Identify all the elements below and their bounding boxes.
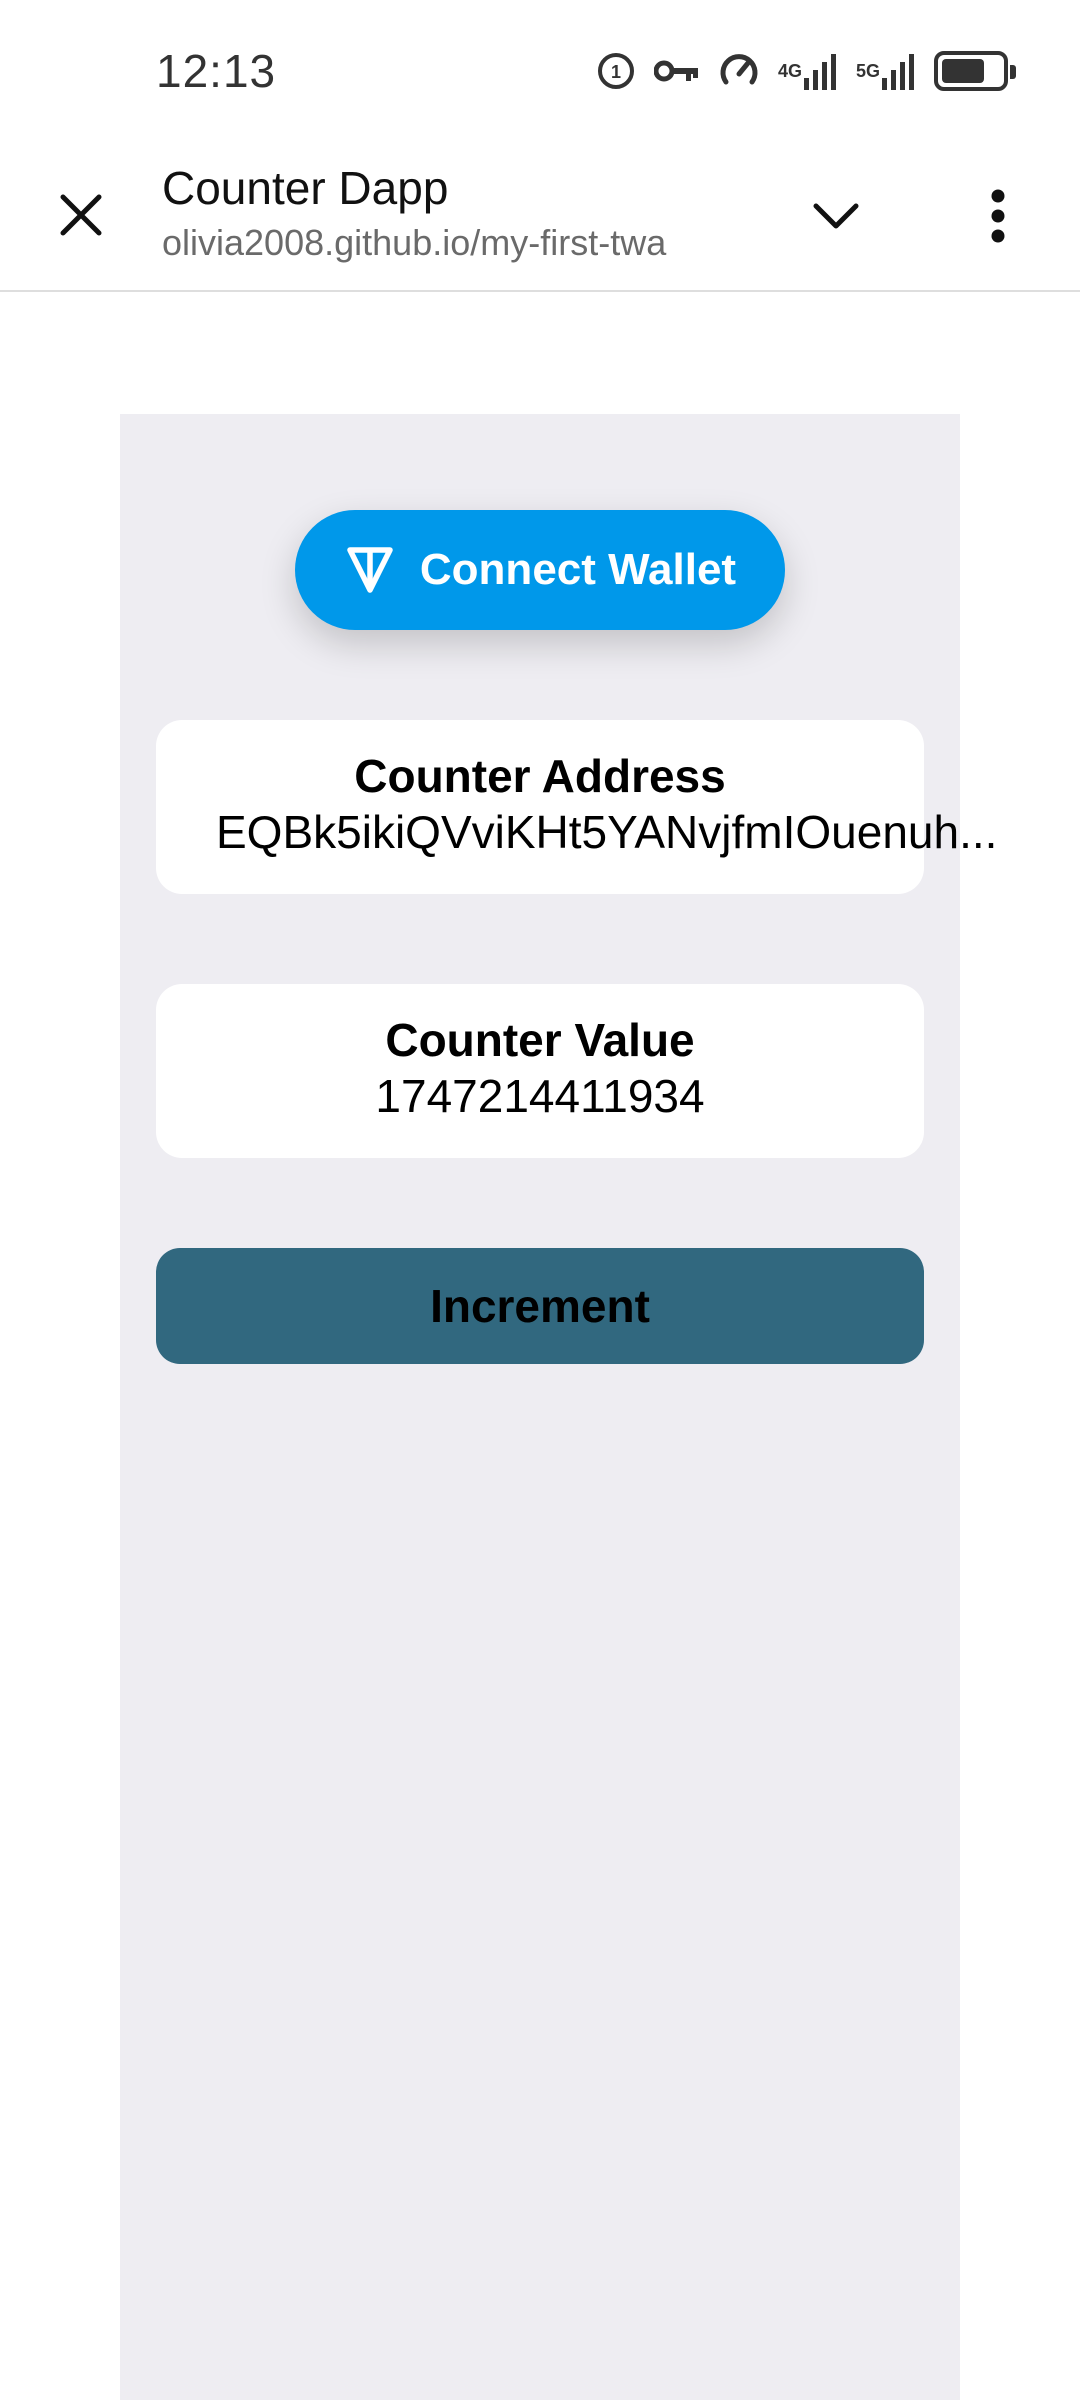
counter-value: 1747214411934 [375,1070,705,1122]
battery-icon [934,51,1016,91]
vpn-key-icon [653,56,700,86]
status-time: 12:13 [156,45,277,97]
counter-value-card: Counter Value 1747214411934 [156,984,924,1158]
expand-button[interactable] [800,180,872,252]
close-button[interactable] [46,180,116,250]
counter-address-value: EQBk5ikiQVviKHt5YANvjfmIOuenuh... [216,806,998,858]
signal-4g-icon: 4G [778,52,838,90]
counter-address-card: Counter Address EQBk5ikiQVviKHt5YANvjfmI… [156,720,998,894]
status-bar: 12:13 1 4G 5G [0,0,1080,140]
connect-wallet-button[interactable]: Connect Wallet [295,510,785,630]
page-title: Counter Dapp [162,162,449,214]
connect-wallet-label: Connect Wallet [419,545,737,594]
svg-text:1: 1 [611,62,621,82]
counter-value-title: Counter Value [385,1014,695,1066]
hd-call-icon: 1 [596,51,636,91]
increment-button[interactable]: Increment [156,1248,924,1364]
more-options-button[interactable] [962,180,1034,252]
page-url[interactable]: olivia2008.github.io/my-first-twa [162,218,666,268]
chevron-down-icon [813,203,859,229]
ton-diamond-icon [347,547,393,593]
custom-tab-toolbar: Counter Dapp olivia2008.github.io/my-fir… [0,140,1080,292]
signal-5g-icon: 5G [856,52,916,90]
increment-label: Increment [430,1280,650,1332]
close-icon [60,194,102,236]
counter-address-title: Counter Address [354,750,726,802]
title-block: Counter Dapp olivia2008.github.io/my-fir… [162,160,666,268]
status-icons: 1 4G 5G [596,48,1016,94]
dapp-content: Connect Wallet Counter Address EQBk5ikiQ… [120,414,998,2400]
data-saver-icon [718,50,760,92]
more-vertical-icon [991,189,1005,243]
battery-fill [942,59,984,83]
